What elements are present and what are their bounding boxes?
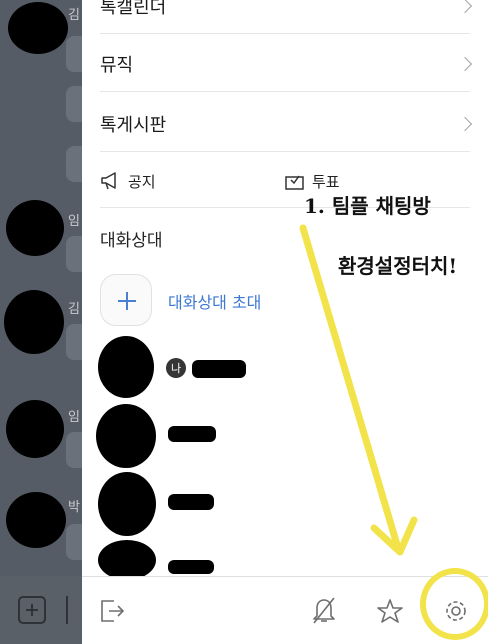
highlight-circle [420,568,488,640]
annotation-arrow [299,224,418,556]
annotation-line-2: 환경설정터치! [338,254,458,278]
annotation-line-1: 1. 팀플 채팅방 [304,194,431,218]
